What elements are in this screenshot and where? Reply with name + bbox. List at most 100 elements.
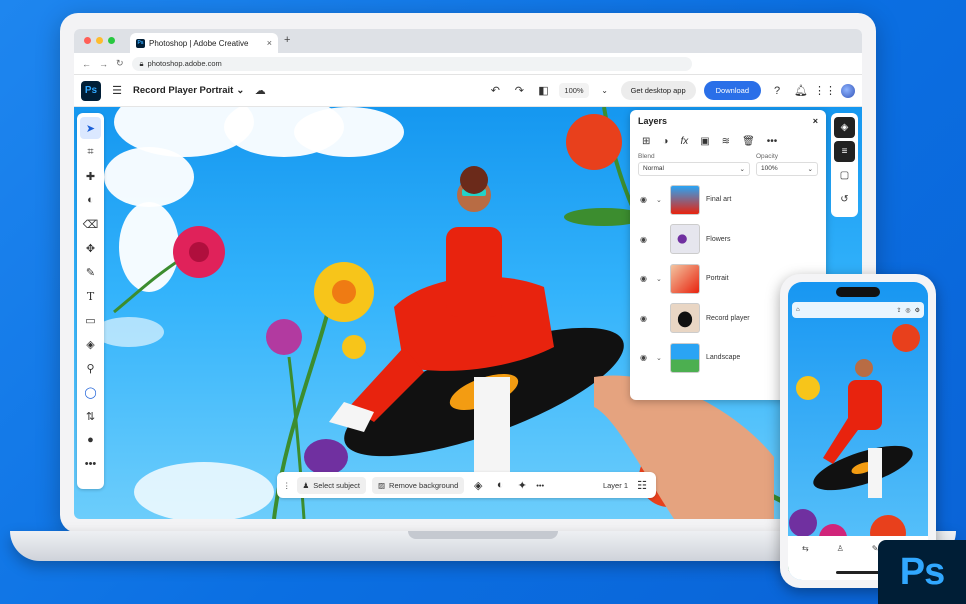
fill-tool-icon[interactable]: ◈ — [470, 479, 486, 492]
layers-close-icon[interactable]: × — [813, 116, 818, 126]
phone-home-icon[interactable]: ⌂ — [796, 307, 800, 313]
clone-icon[interactable]: ✥ — [80, 237, 101, 259]
layer-item[interactable]: ◉ ⌄ Final art — [638, 180, 818, 220]
undo-icon[interactable]: ↶ — [487, 84, 503, 97]
circle-icon[interactable]: ◯ — [80, 381, 101, 403]
add-layer-icon[interactable]: ⊞ — [642, 136, 650, 147]
history-icon[interactable]: ↺ — [834, 189, 855, 210]
shape-icon[interactable]: ▭ — [80, 309, 101, 331]
tab-close-icon[interactable]: × — [267, 38, 272, 48]
layer-thumbnail — [670, 342, 700, 373]
back-icon[interactable]: ← — [82, 59, 91, 69]
avatar[interactable] — [841, 83, 855, 98]
stack-icon[interactable]: ≋ — [722, 136, 730, 147]
color-icon[interactable]: ● — [80, 429, 101, 451]
new-tab-button[interactable]: + — [284, 34, 290, 46]
phone-fx-icon[interactable]: ◎ — [905, 307, 910, 314]
properties-icon[interactable]: ≡ — [834, 141, 855, 162]
apps-grid-icon[interactable]: ⋮⋮ — [814, 84, 836, 97]
phone-person-icon[interactable]: ♙ — [837, 544, 844, 553]
layer-item[interactable]: ◉ Flowers — [638, 220, 818, 260]
lock-icon: 🔒︎ — [139, 58, 144, 68]
blend-label: Blend — [638, 153, 655, 160]
compare-icon[interactable]: ◧ — [535, 84, 551, 97]
layers-title: Layers — [638, 116, 668, 126]
blend-select[interactable]: Normal ⌄ — [638, 162, 750, 176]
adjustment-layer-icon[interactable]: ◑ — [662, 136, 668, 147]
layer-thumbnail — [670, 263, 700, 294]
fill-icon[interactable]: ◈ — [80, 333, 101, 355]
opacity-select[interactable]: 100% ⌄ — [756, 162, 818, 176]
image-canvas[interactable]: ➤ ⌗ ✚ ◐ ⌫ ✥ ✎ T ▭ ◈ ⚲ ◯ ⇅ ● ••• Layers × — [74, 107, 862, 519]
zoom-level[interactable]: 100% — [559, 83, 589, 98]
opacity-group: Opacity 100% ⌄ — [756, 153, 818, 176]
magic-icon[interactable]: ✦ — [514, 479, 530, 492]
document-title[interactable]: Record Player Portrait ⌄ — [133, 85, 244, 96]
expand-chevron-icon[interactable]: ⌄ — [656, 275, 664, 283]
adjust-icon[interactable]: ◐ — [80, 189, 101, 211]
fx-icon[interactable]: fx — [680, 136, 688, 147]
address-bar: ← → ↻ 🔒︎ photoshop.adobe.com — [74, 53, 862, 75]
eraser-icon[interactable]: ⌫ — [80, 213, 101, 235]
browser-tab[interactable]: Ps Photoshop | Adobe Creative × — [130, 33, 278, 53]
adjust-tool-icon[interactable]: ◐ — [492, 479, 508, 491]
get-desktop-app-button[interactable]: Get desktop app — [620, 81, 696, 100]
layers-icon[interactable]: ◈ — [834, 117, 855, 138]
url-field[interactable]: 🔒︎ photoshop.adobe.com — [131, 56, 692, 71]
blend-opacity-row: Blend Normal ⌄ Opacity 100% ⌄ — [638, 153, 818, 176]
layer-actions: ⊞ ◑ fx ▣ ≋ 🗑︎ ••• — [642, 136, 818, 147]
home-indicator — [836, 571, 880, 574]
zoom-chevron-icon[interactable]: ⌄ — [597, 86, 613, 95]
layer-name-label[interactable]: Layer 1 — [603, 481, 628, 490]
drag-handle-icon[interactable]: ⋮ — [283, 481, 291, 490]
layer-thumbnail — [670, 224, 700, 255]
app-header: Ps ☰ Record Player Portrait ⌄ ☁︎ ↶ ↷ ◧ 1… — [74, 75, 862, 107]
move-icon[interactable]: ➤ — [80, 117, 101, 139]
forward-icon[interactable]: → — [99, 59, 108, 69]
mask-icon[interactable]: ▣ — [700, 136, 709, 147]
download-button[interactable]: Download — [703, 81, 761, 100]
ps-badge-logo: Ps — [878, 540, 966, 604]
help-icon[interactable]: ? — [769, 85, 785, 97]
remove-background-button[interactable]: ▨ Remove background — [371, 476, 465, 494]
maximize-dot-icon[interactable] — [108, 37, 115, 44]
visibility-eye-icon[interactable]: ◉ — [640, 314, 650, 323]
more-options-icon[interactable]: ••• — [767, 136, 778, 147]
minimize-dot-icon[interactable] — [96, 37, 103, 44]
more-actions-button[interactable]: ••• — [536, 481, 544, 490]
bell-icon[interactable]: 🔔︎ — [793, 84, 809, 97]
layer-name: Landscape — [706, 354, 741, 362]
text-icon[interactable]: T — [80, 285, 101, 307]
select-subject-button[interactable]: ♟︎ Select subject — [296, 476, 366, 494]
swap-icon[interactable]: ⇅ — [80, 405, 101, 427]
trash-icon[interactable]: 🗑︎ — [742, 136, 755, 147]
phone-toolbar: ⌂ ⇪ ◎ ⚙ — [792, 302, 924, 318]
redo-icon[interactable]: ↷ — [511, 84, 527, 97]
expand-chevron-icon[interactable]: ⌄ — [656, 354, 664, 362]
chevron-down-icon: ⌄ — [236, 85, 245, 96]
visibility-eye-icon[interactable]: ◉ — [640, 195, 650, 204]
eyedropper-icon[interactable]: ⚲ — [80, 357, 101, 379]
reload-icon[interactable]: ↻ — [116, 58, 124, 69]
ps-logo[interactable]: Ps — [81, 80, 101, 101]
more-icon[interactable]: ••• — [80, 453, 101, 475]
person-icon: ♟︎ — [302, 480, 310, 490]
left-toolbar: ➤ ⌗ ✚ ◐ ⌫ ✥ ✎ T ▭ ◈ ⚲ ◯ ⇅ ● ••• — [77, 113, 104, 489]
crop-icon[interactable]: ⌗ — [80, 141, 101, 163]
ps-favicon-icon: Ps — [136, 38, 145, 48]
phone-adjust-icon[interactable]: ⇆ — [802, 544, 809, 553]
visibility-eye-icon[interactable]: ◉ — [640, 274, 650, 283]
close-dot-icon[interactable] — [84, 37, 91, 44]
visibility-eye-icon[interactable]: ◉ — [640, 353, 650, 362]
comments-icon[interactable]: ▢ — [834, 165, 855, 186]
heal-icon[interactable]: ✚ — [80, 165, 101, 187]
visibility-eye-icon[interactable]: ◉ — [640, 235, 650, 244]
expand-chevron-icon[interactable]: ⌄ — [656, 196, 664, 204]
settings-sliders-icon[interactable]: ☷ — [634, 479, 650, 492]
phone-share-icon[interactable]: ⇪ — [896, 307, 901, 314]
hamburger-menu-icon[interactable]: ☰ — [109, 84, 125, 97]
brush-icon[interactable]: ✎ — [80, 261, 101, 283]
phone-settings-icon[interactable]: ⚙ — [915, 307, 920, 314]
url-text: photoshop.adobe.com — [147, 59, 222, 68]
cloud-icon[interactable]: ☁︎ — [252, 84, 268, 97]
